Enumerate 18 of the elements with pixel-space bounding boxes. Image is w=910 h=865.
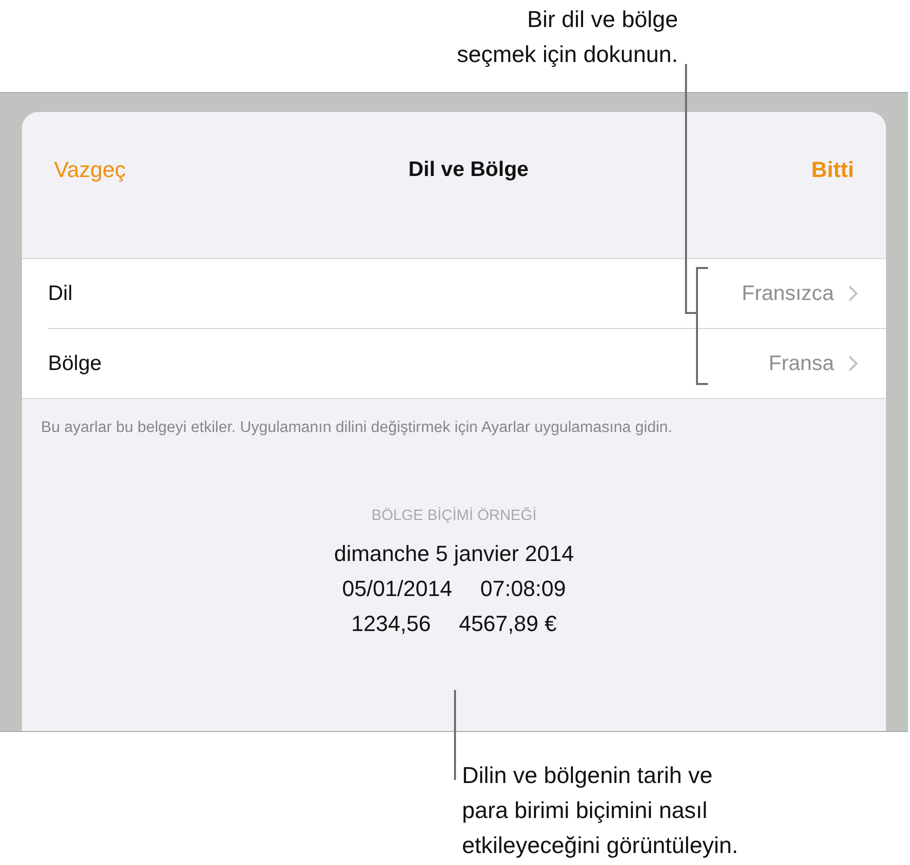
- chevron-icon: [848, 355, 858, 372]
- sample-text: 07:08:09: [480, 575, 566, 603]
- row-value: Fransa: [768, 352, 834, 376]
- row-label: Dil: [48, 282, 74, 306]
- note-text: Bu ayarlar bu belgeyi etkiler. Uygulamanın dilini değiştirmek için Ayarlar uygulamasına gidin.: [41, 418, 674, 438]
- row-label: Bölge: [48, 352, 103, 376]
- sample-text: 1234,56: [351, 610, 431, 638]
- sample-text: 4567,89 €: [458, 610, 557, 638]
- settings-row[interactable]: Bölge Fransa: [48, 328, 886, 398]
- sample-text: dimanche 5 janvier 2014: [334, 540, 574, 568]
- callout-text: Dilin ve bölgenin tarih ve para birimi biçimini nasıl etkileyeceğini görüntüleyin.: [462, 761, 740, 860]
- settings-row[interactable]: Dil Fransızca: [48, 259, 886, 328]
- sample-heading: BÖLGE BİÇİMİ ÖRNEĞİ: [371, 507, 537, 524]
- dialog-title: Dil ve Bölge: [408, 158, 529, 182]
- chevron-icon: [848, 285, 858, 302]
- row-value: Fransızca: [742, 282, 834, 306]
- sample-text: 05/01/2014: [342, 575, 452, 603]
- callout-text: Bir dil ve bölge seçmek için dokunun.: [456, 5, 678, 69]
